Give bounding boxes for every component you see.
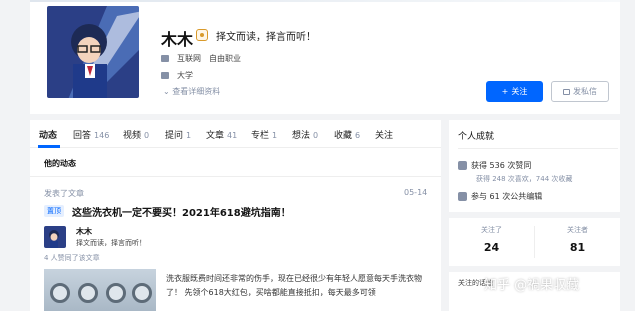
profile-headline: 择文而读，择言而听！ <box>216 32 316 43</box>
profile-card: 木木 择文而读，择言而听！ 互联网 自由职业 大学 ⌄ 查看详细资料 + 关注 … <box>30 2 620 114</box>
edit-icon <box>458 192 467 201</box>
author-headline: 择文而读，择言而听！ <box>76 239 146 247</box>
tab-articles[interactable]: 文章 41 <box>206 128 237 141</box>
watermark: 知乎 @禍果収藏 <box>484 278 580 293</box>
follow-button[interactable]: + 关注 <box>486 81 543 102</box>
message-button[interactable]: 发私信 <box>551 81 609 102</box>
graduation-cap-icon <box>161 72 169 79</box>
tab-columns[interactable]: 专栏 1 <box>251 128 277 141</box>
likes-favorites: 获得 248 次喜欢，744 次收藏 <box>476 175 573 183</box>
article-thumbnail[interactable] <box>44 269 156 311</box>
profile-avatar[interactable] <box>45 4 141 100</box>
washer-drum-image <box>106 283 126 303</box>
tab-questions[interactable]: 提问 1 <box>165 128 191 141</box>
achievements-card: 个人成就 获得 536 次赞同 获得 248 次喜欢，744 次收藏 参与 61… <box>449 120 620 212</box>
section-title: 他的动态 <box>44 159 76 168</box>
briefcase-icon <box>161 55 169 62</box>
profile-industry-row: 互联网 自由职业 <box>161 53 241 64</box>
washer-drum-image <box>132 283 152 303</box>
following-stat[interactable]: 关注了 24 <box>449 225 534 254</box>
active-tab-indicator <box>38 145 60 148</box>
tab-videos[interactable]: 视频 0 <box>123 128 149 141</box>
follow-stats-card: 关注了 24 关注者 81 <box>449 218 620 266</box>
profile-page: 木木 择文而读，择言而听！ 互联网 自由职业 大学 ⌄ 查看详细资料 + 关注 … <box>0 0 635 311</box>
achievements-title: 个人成就 <box>458 132 495 142</box>
tab-activity[interactable]: 动态 <box>39 128 60 141</box>
article-title-link[interactable]: 这些洗衣机一定不要买！2021年618避坑指南！ <box>72 204 291 219</box>
plus-icon: + <box>501 87 509 96</box>
activity-label: 发表了文章 <box>44 189 84 198</box>
tab-answers[interactable]: 回答 146 <box>73 128 109 141</box>
article-excerpt[interactable]: 洗衣服既费时间还非常的伤手，现在已经很少有年轻人愿意每天手洗衣物了！ 先领个61… <box>166 272 434 300</box>
badge-icon[interactable] <box>196 29 208 41</box>
view-details-link[interactable]: ⌄ 查看详细资料 <box>163 86 220 97</box>
profile-education: 大学 <box>177 71 193 80</box>
author-avatar[interactable] <box>44 226 66 248</box>
upvotes-row: 获得 536 次赞同 <box>458 160 531 171</box>
activity-panel: 动态 回答146 视频0 提问1 文章41 专栏1 想法0 收藏6 <box>30 120 441 311</box>
washer-drum-image <box>50 283 70 303</box>
tab-following[interactable]: 关注 <box>375 128 396 141</box>
author-name[interactable]: 木木 <box>76 226 92 237</box>
chevron-down-icon: ⌄ <box>163 87 170 96</box>
thumbs-up-icon <box>458 161 467 170</box>
profile-industry: 互联网 <box>177 54 201 63</box>
profile-tabs: 动态 回答146 视频0 提问1 文章41 专栏1 想法0 收藏6 <box>30 120 441 148</box>
profile-education-row: 大学 <box>161 70 193 81</box>
upvote-count: 4 人赞同了该文章 <box>44 254 100 262</box>
chat-icon <box>563 88 570 95</box>
tab-collections[interactable]: 收藏 6 <box>334 128 360 141</box>
profile-name: 木木 <box>161 30 194 49</box>
divider <box>458 148 618 149</box>
pinned-badge: 置顶 <box>44 205 64 217</box>
divider <box>30 176 441 177</box>
activity-time: 05-14 <box>404 188 428 197</box>
profile-occupation: 自由职业 <box>209 54 241 63</box>
edits-row: 参与 61 次公共编辑 <box>458 191 542 202</box>
washer-drum-image <box>78 283 98 303</box>
followers-stat[interactable]: 关注者 81 <box>535 225 620 254</box>
tab-thoughts[interactable]: 想法 0 <box>292 128 318 141</box>
